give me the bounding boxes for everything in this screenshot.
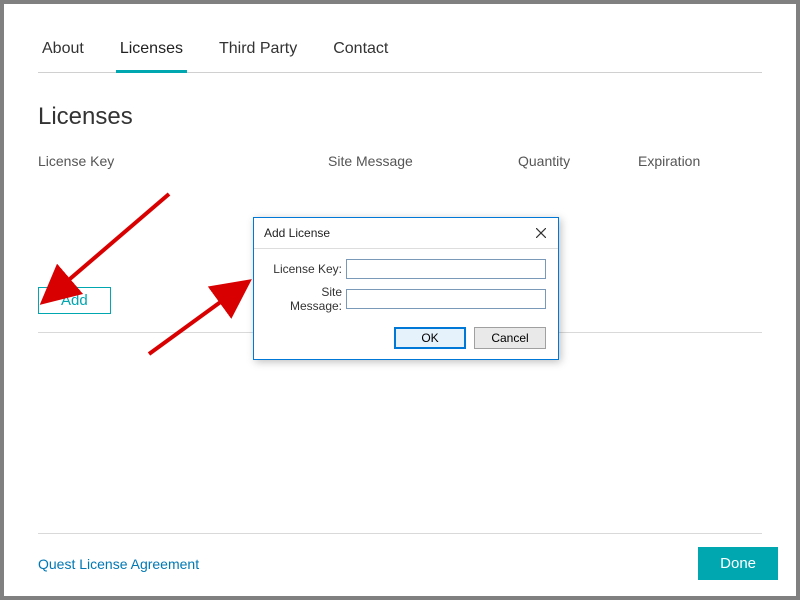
add-license-dialog: Add License License Key: Site Message: O… <box>253 217 559 360</box>
column-site-message: Site Message <box>328 153 518 169</box>
license-agreement-link[interactable]: Quest License Agreement <box>38 556 199 572</box>
footer: Quest License Agreement Done <box>38 535 778 580</box>
column-expiration: Expiration <box>638 153 762 169</box>
tab-contact[interactable]: Contact <box>329 34 392 73</box>
tab-third-party[interactable]: Third Party <box>215 34 301 73</box>
page-title: Licenses <box>38 103 762 131</box>
footer-divider <box>38 533 762 534</box>
tab-licenses[interactable]: Licenses <box>116 34 187 73</box>
close-icon[interactable] <box>532 224 550 242</box>
site-message-label: Site Message: <box>266 285 346 313</box>
about-window: About Licenses Third Party Contact Licen… <box>4 4 796 596</box>
license-key-input[interactable] <box>346 259 546 279</box>
dialog-titlebar: Add License <box>254 218 558 249</box>
done-button[interactable]: Done <box>698 547 778 580</box>
license-key-label: License Key: <box>266 262 346 276</box>
site-message-input[interactable] <box>346 289 546 309</box>
column-license-key: License Key <box>38 153 328 169</box>
ok-button[interactable]: OK <box>394 327 466 349</box>
add-button[interactable]: Add <box>38 287 111 314</box>
dialog-title: Add License <box>264 226 330 240</box>
cancel-button[interactable]: Cancel <box>474 327 546 349</box>
tab-bar: About Licenses Third Party Contact <box>38 34 762 73</box>
column-headers: License Key Site Message Quantity Expira… <box>38 153 762 169</box>
tab-about[interactable]: About <box>38 34 88 73</box>
column-quantity: Quantity <box>518 153 638 169</box>
